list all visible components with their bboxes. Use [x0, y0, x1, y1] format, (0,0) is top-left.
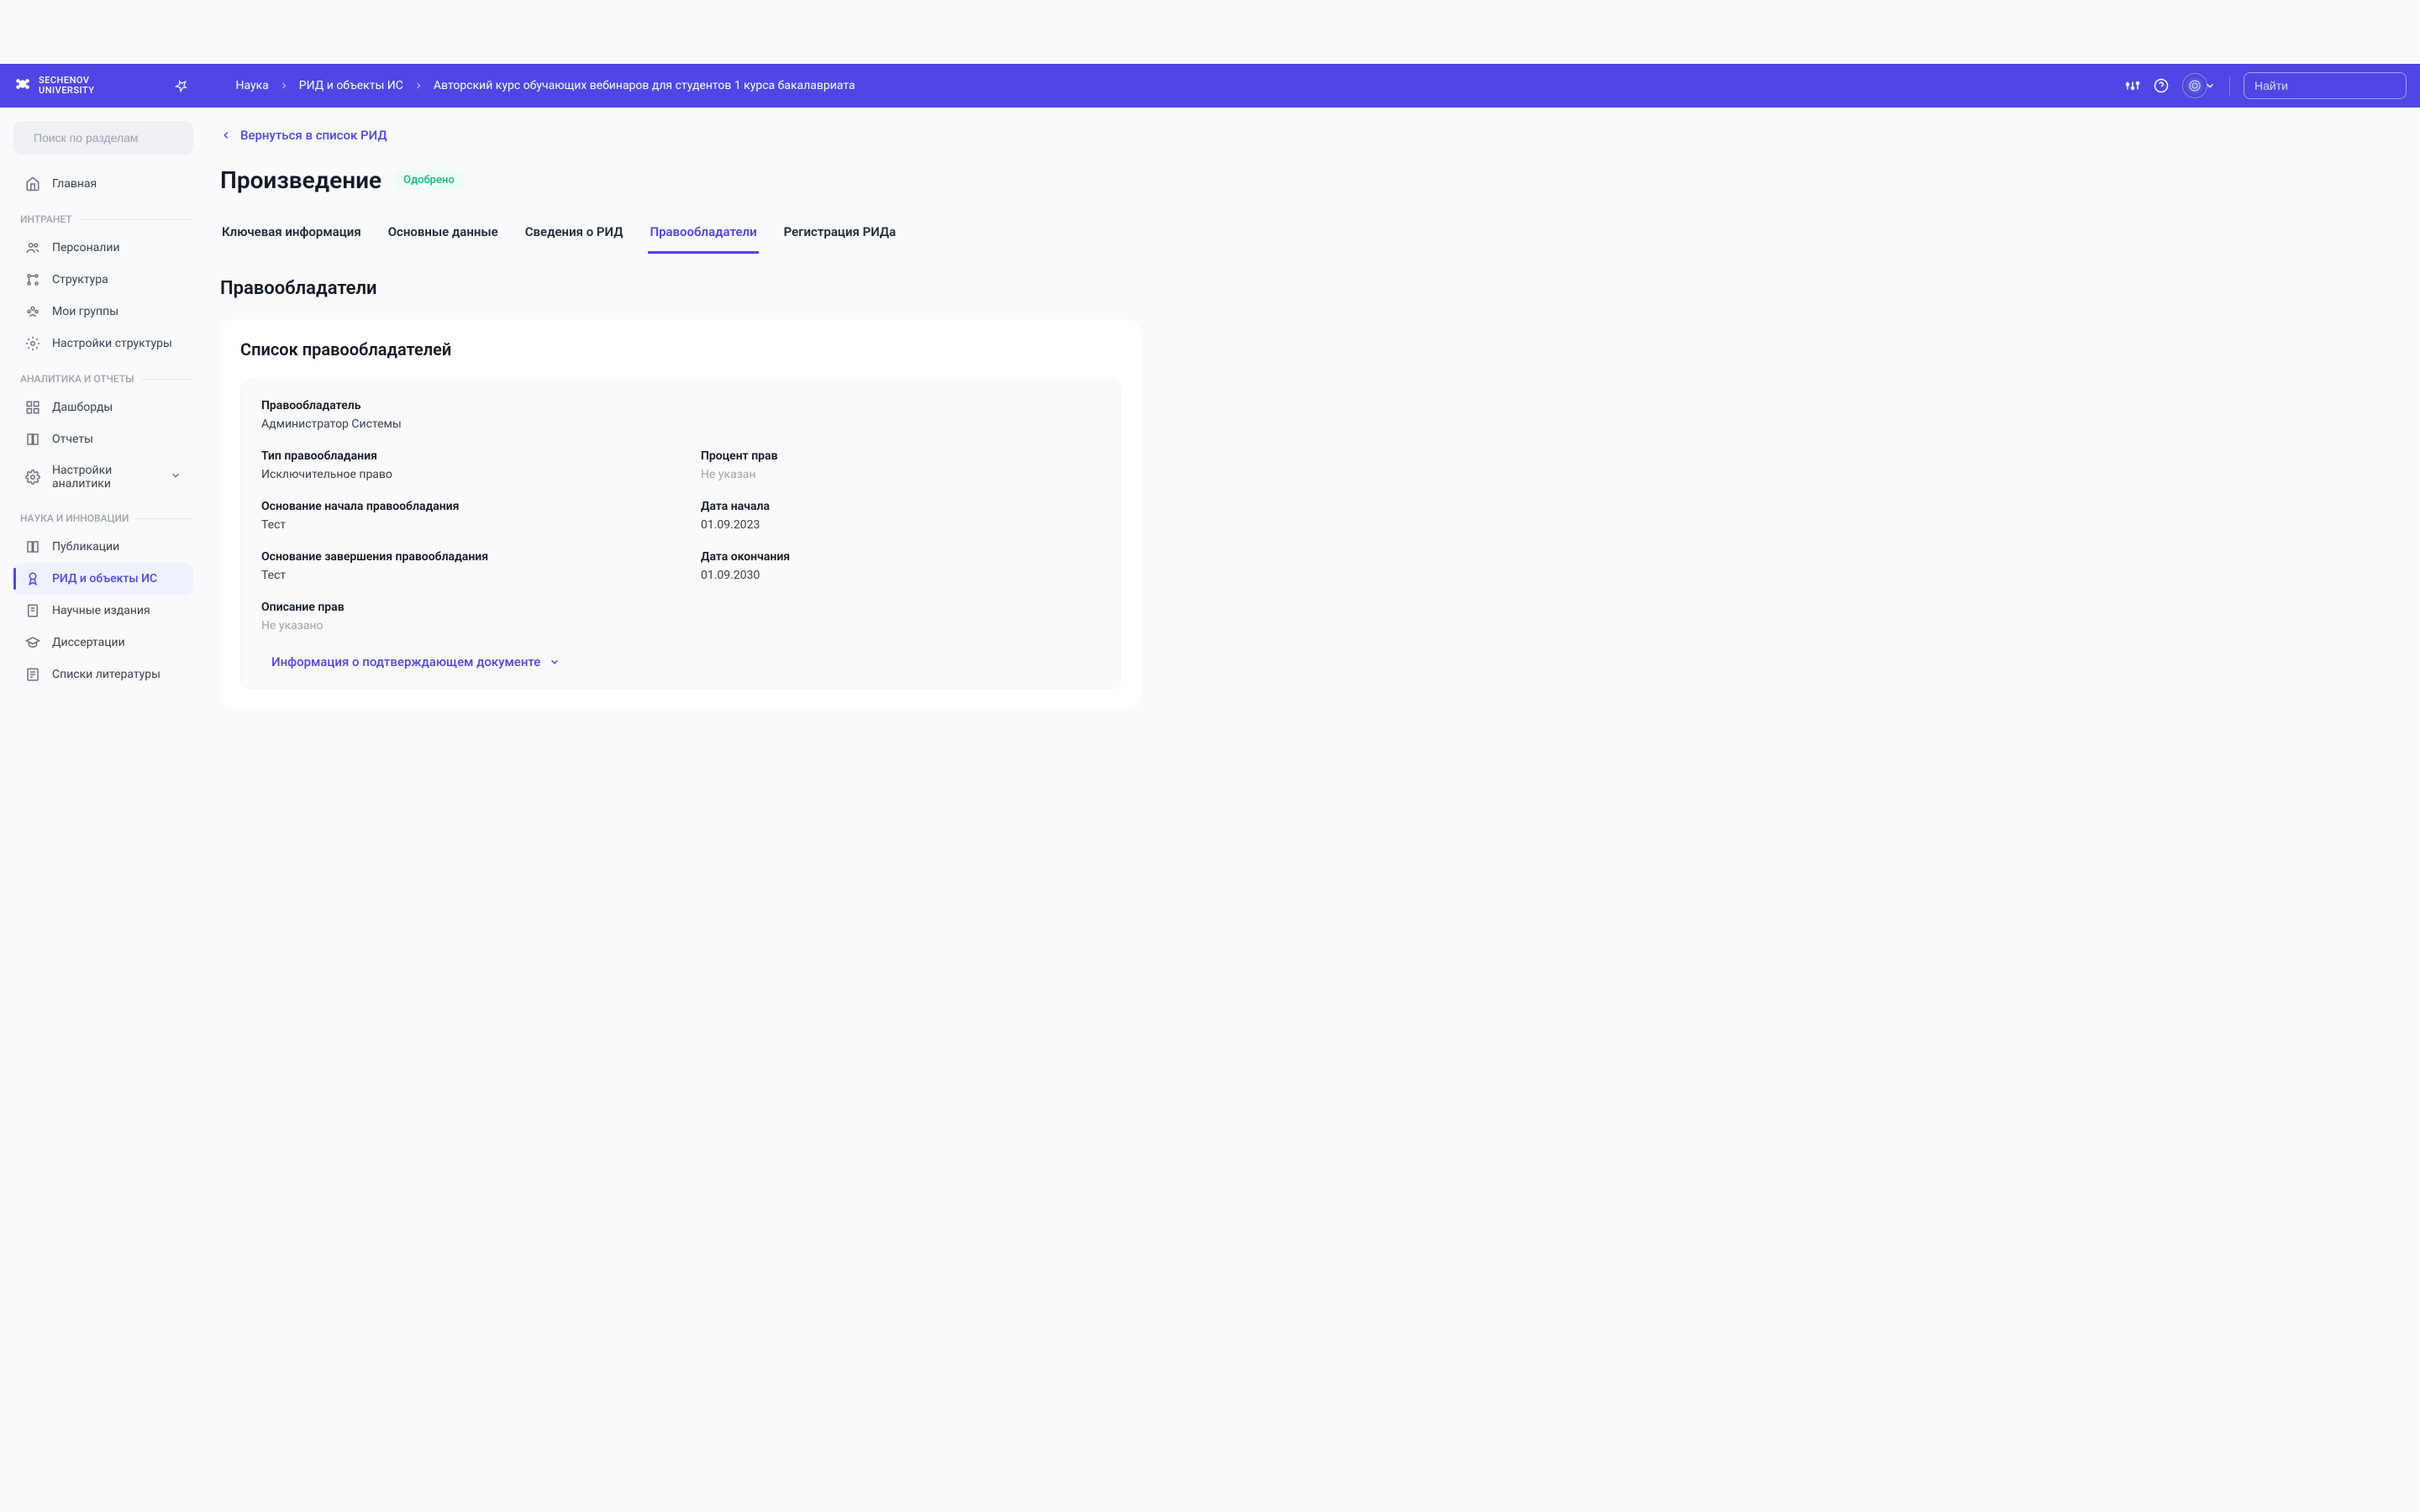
- field-value: Администратор Системы: [261, 417, 1100, 431]
- graduation-icon: [25, 635, 40, 650]
- rights-holder-item: Правообладатель Администратор Системы Ти…: [240, 380, 1121, 689]
- sidebar-item-dissertations[interactable]: Диссертации: [13, 627, 193, 659]
- field-value: Тест: [261, 569, 660, 582]
- field-value: Не указано: [261, 619, 1100, 633]
- book-icon: [25, 539, 40, 554]
- chevron-right-icon: [279, 81, 289, 91]
- breadcrumb-item[interactable]: РИД и объекты ИС: [299, 79, 403, 92]
- sidebar-item-label: Мои группы: [52, 305, 118, 318]
- logo-text: SECHENOV UNIVERSITY: [39, 76, 94, 96]
- sidebar-item-label: Отчеты: [52, 433, 93, 446]
- sidebar-item-home[interactable]: Главная: [13, 168, 193, 200]
- sidebar-item-label: Главная: [52, 177, 97, 191]
- field-value: 01.09.2030: [701, 569, 1100, 582]
- tab-registration[interactable]: Регистрация РИДа: [782, 218, 898, 254]
- main-content: Вернуться в список РИД Произведение Одоб…: [207, 108, 1155, 729]
- chevron-down-icon: [170, 470, 182, 485]
- chevron-right-icon: [413, 81, 424, 91]
- gear-icon: [25, 470, 40, 485]
- sliders-icon[interactable]: [2125, 78, 2140, 93]
- sidebar-search-input[interactable]: [34, 131, 186, 144]
- sidebar-item-label: Публикации: [52, 540, 119, 554]
- page-title: Произведение: [220, 166, 381, 194]
- sidebar: Главная ИНТРАНЕТ Персоналии Структура Мо…: [0, 108, 207, 729]
- field-label: Тип правообладания: [261, 449, 660, 463]
- pin-icon[interactable]: [175, 79, 188, 92]
- sidebar-item-bibliography[interactable]: Списки литературы: [13, 659, 193, 690]
- field-value: Не указан: [701, 468, 1100, 481]
- award-icon: [25, 571, 40, 586]
- logo-icon: [13, 75, 32, 96]
- field-label: Дата окончания: [701, 550, 1100, 564]
- chevron-down-icon: [549, 656, 560, 668]
- sidebar-item-rid[interactable]: РИД и объекты ИС: [13, 563, 193, 595]
- sidebar-item-label: Научные издания: [52, 604, 150, 617]
- journal-icon: [25, 603, 40, 618]
- breadcrumb: Наука РИД и объекты ИС Авторский курс об…: [235, 79, 855, 92]
- sidebar-section-label: ИНТРАНЕТ: [20, 213, 193, 225]
- divider: [2229, 76, 2230, 96]
- rights-holders-card: Список правообладателей Правообладатель …: [220, 319, 1141, 709]
- tab-main-data[interactable]: Основные данные: [387, 218, 500, 254]
- chevron-down-icon[interactable]: [2204, 80, 2216, 92]
- header-actions: [2125, 72, 2407, 99]
- sidebar-item-label: Настройки аналитики: [52, 464, 158, 491]
- global-search-input[interactable]: [2254, 79, 2407, 92]
- chevron-left-icon: [220, 129, 232, 141]
- sidebar-item-reports[interactable]: Отчеты: [13, 423, 193, 455]
- book-icon: [25, 432, 40, 447]
- gear-icon: [25, 336, 40, 351]
- sidebar-item-structure[interactable]: Структура: [13, 264, 193, 296]
- dashboard-icon: [25, 400, 40, 415]
- sidebar-section-label: АНАЛИТИКА И ОТЧЕТЫ: [20, 373, 193, 385]
- groups-icon: [25, 304, 40, 319]
- tab-rights-holders[interactable]: Правообладатели: [648, 218, 758, 254]
- field-label: Основание начала правообладания: [261, 500, 660, 513]
- breadcrumb-item[interactable]: Наука: [235, 79, 268, 92]
- field-value: Исключительное право: [261, 468, 660, 481]
- back-link[interactable]: Вернуться в список РИД: [220, 128, 387, 143]
- tab-key-info[interactable]: Ключевая информация: [220, 218, 363, 254]
- sidebar-item-analytics-settings[interactable]: Настройки аналитики: [13, 455, 193, 499]
- sidebar-item-publications[interactable]: Публикации: [13, 531, 193, 563]
- sidebar-item-label: Структура: [52, 273, 108, 286]
- app-header: SECHENOV UNIVERSITY Наука РИД и объекты …: [0, 64, 2420, 108]
- card-title: Список правообладателей: [240, 339, 1121, 360]
- sidebar-item-label: Диссертации: [52, 636, 125, 649]
- sidebar-item-structure-settings[interactable]: Настройки структуры: [13, 328, 193, 360]
- status-badge: Одобрено: [395, 171, 463, 190]
- breadcrumb-item[interactable]: Авторский курс обучающих вебинаров для с…: [434, 79, 855, 92]
- home-icon: [25, 176, 40, 192]
- field-value: 01.09.2023: [701, 518, 1100, 532]
- sidebar-item-label: Персоналии: [52, 241, 120, 255]
- structure-icon: [25, 272, 40, 287]
- sidebar-item-personnel[interactable]: Персоналии: [13, 232, 193, 264]
- section-heading: Правообладатели: [220, 278, 1141, 299]
- field-value: Тест: [261, 518, 660, 532]
- users-icon: [25, 240, 40, 255]
- sidebar-item-label: Настройки структуры: [52, 337, 172, 350]
- field-label: Основание завершения правообладания: [261, 550, 660, 564]
- sidebar-item-label: Списки литературы: [52, 668, 160, 681]
- help-icon[interactable]: [2154, 78, 2169, 93]
- tabs: Ключевая информация Основные данные Свед…: [220, 218, 1141, 255]
- sidebar-item-groups[interactable]: Мои группы: [13, 296, 193, 328]
- sidebar-section-label: НАУКА И ИННОВАЦИИ: [20, 512, 193, 524]
- document-info-toggle[interactable]: Информация о подтверждающем документе: [271, 654, 560, 669]
- field-label: Правообладатель: [261, 399, 1100, 412]
- sidebar-item-journals[interactable]: Научные издания: [13, 595, 193, 627]
- logo[interactable]: SECHENOV UNIVERSITY: [13, 75, 94, 96]
- field-label: Процент прав: [701, 449, 1100, 463]
- sidebar-item-label: Дашборды: [52, 401, 113, 414]
- global-search[interactable]: [2244, 72, 2407, 99]
- field-label: Описание прав: [261, 601, 1100, 614]
- tab-rid-info[interactable]: Сведения о РИД: [523, 218, 625, 254]
- list-icon: [25, 667, 40, 682]
- field-label: Дата начала: [701, 500, 1100, 513]
- sidebar-search[interactable]: [13, 121, 193, 155]
- sidebar-item-label: РИД и объекты ИС: [52, 572, 157, 585]
- sidebar-item-dashboards[interactable]: Дашборды: [13, 391, 193, 423]
